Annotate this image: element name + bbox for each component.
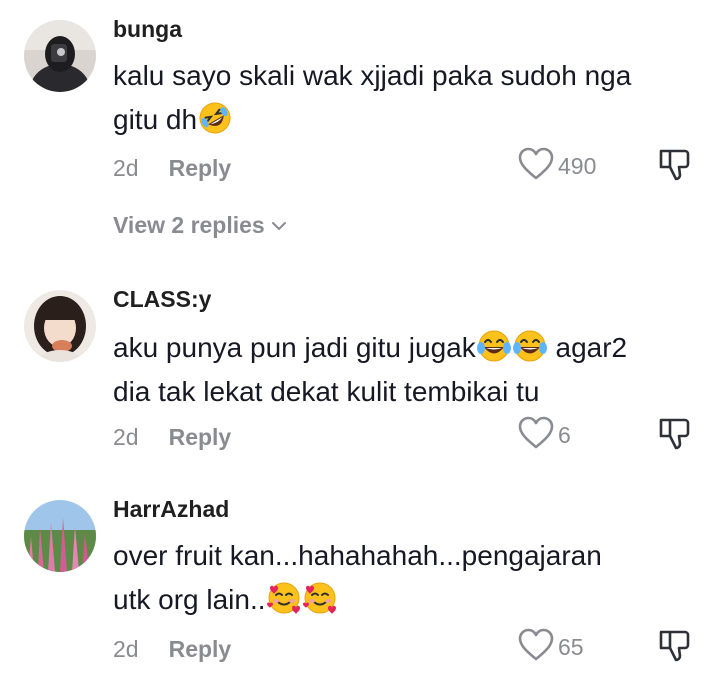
comment-text: aku punya pun jadi gitu jugak agar2 dia … xyxy=(113,326,703,414)
heart-outline-icon[interactable] xyxy=(518,147,554,186)
reply-button[interactable]: Reply xyxy=(169,155,232,181)
comment-time: 2d xyxy=(113,155,139,181)
comment-meta: 2d Reply xyxy=(113,636,231,663)
comment-time: 2d xyxy=(113,636,139,662)
smiling-face-with-hearts-emoji xyxy=(266,580,302,616)
comment-time: 2d xyxy=(113,424,139,450)
thumbs-down-icon[interactable] xyxy=(657,416,693,452)
comment-text-line: kalu sayo skali wak xjjadi paka sudoh ng… xyxy=(113,60,632,91)
comment-item: CLASS:y aku punya pun jadi gitu jugak ag… xyxy=(0,280,720,480)
avatar[interactable] xyxy=(24,20,96,92)
like-count: 490 xyxy=(558,153,597,179)
like-count: 65 xyxy=(558,634,584,660)
thumbs-down-icon[interactable] xyxy=(657,147,693,183)
comment-text-line: utk org lain.. xyxy=(113,578,703,622)
heart-outline-icon[interactable] xyxy=(518,628,554,667)
like-count: 6 xyxy=(558,422,571,448)
comment-text-fragment: utk org lain.. xyxy=(113,584,266,615)
face-with-tears-of-joy-emoji xyxy=(476,328,512,364)
comment-text: kalu sayo skali wak xjjadi paka sudoh ng… xyxy=(113,54,703,142)
chevron-down-icon[interactable] xyxy=(271,221,287,231)
comment-meta: 2d Reply xyxy=(113,155,231,182)
view-replies-label[interactable]: View 2 replies xyxy=(113,212,265,239)
comment-text-line: gitu dh xyxy=(113,98,703,142)
avatar[interactable] xyxy=(24,290,96,362)
avatar[interactable] xyxy=(24,500,96,572)
face-with-tears-of-joy-emoji xyxy=(512,328,548,364)
like-button[interactable]: 6 xyxy=(518,416,571,455)
comment-username[interactable]: bunga xyxy=(113,16,182,43)
comment-username[interactable]: HarrAzhad xyxy=(113,496,229,523)
heart-outline-icon[interactable] xyxy=(518,416,554,455)
comment-text: over fruit kan...hahahahah...pengajaran … xyxy=(113,534,703,622)
thumbs-down-icon[interactable] xyxy=(657,628,693,664)
comment-text-fragment: gitu dh xyxy=(113,104,198,135)
reply-button[interactable]: Reply xyxy=(169,424,232,450)
view-replies-button[interactable]: View 2 replies xyxy=(113,212,287,239)
like-button[interactable]: 65 xyxy=(518,628,584,667)
comment-item: HarrAzhad over fruit kan...hahahahah...p… xyxy=(0,490,720,674)
comment-meta: 2d Reply xyxy=(113,424,231,451)
comment-item: bunga kalu sayo skali wak xjjadi paka su… xyxy=(0,0,720,260)
comment-text-fragment: agar2 xyxy=(547,332,628,363)
smiling-face-with-hearts-emoji xyxy=(302,580,338,616)
comment-text-line: dia tak lekat dekat kulit tembikai tu xyxy=(113,376,540,407)
rolling-on-floor-laughing-emoji xyxy=(197,100,233,136)
comment-text-fragment: aku punya pun jadi gitu jugak xyxy=(113,332,476,363)
like-button[interactable]: 490 xyxy=(518,147,596,186)
reply-button[interactable]: Reply xyxy=(169,636,232,662)
comment-username[interactable]: CLASS:y xyxy=(113,286,211,313)
comment-text-line: over fruit kan...hahahahah...pengajaran xyxy=(113,540,602,571)
comment-text-line: aku punya pun jadi gitu jugak agar2 xyxy=(113,326,703,370)
